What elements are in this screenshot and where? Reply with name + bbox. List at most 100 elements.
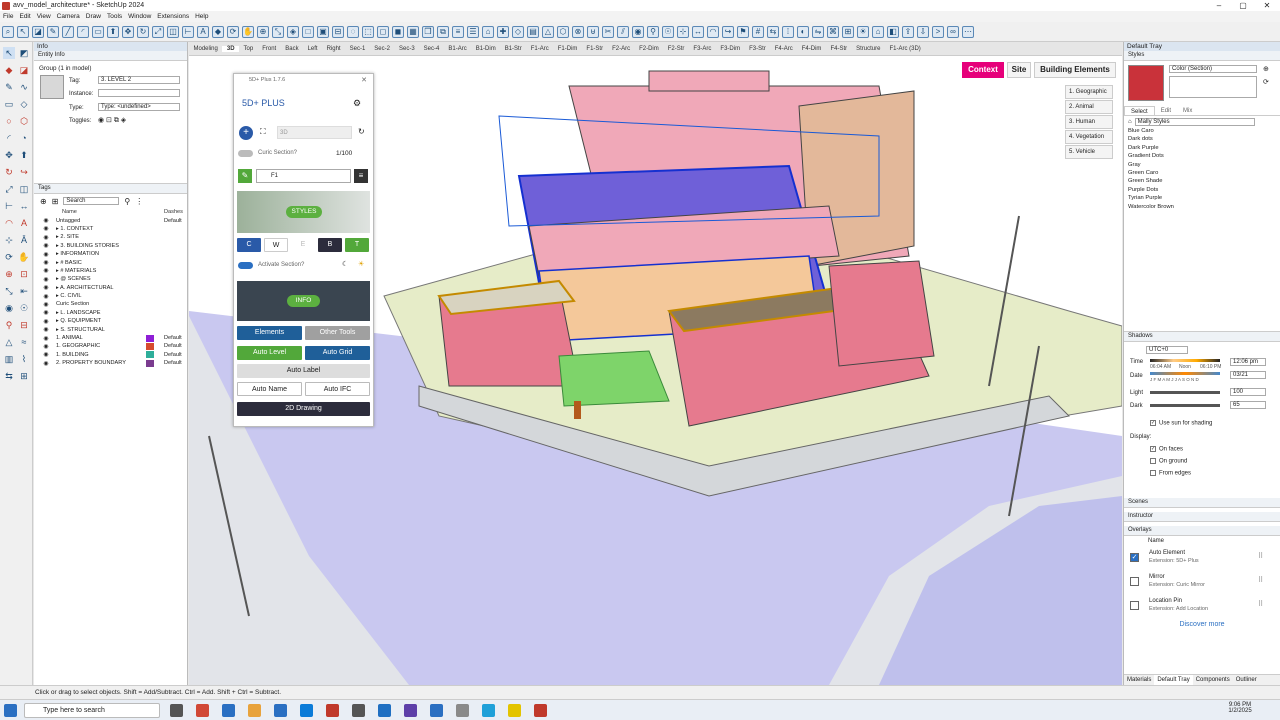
outliner-icon[interactable]: ☰	[467, 25, 479, 38]
mirror-icon[interactable]: ⇋	[812, 25, 824, 38]
tag-row[interactable]: ◉ ▸ C. CIVIL	[34, 292, 187, 300]
axes-tool-icon[interactable]: ⊹	[3, 234, 15, 246]
rect-tool-icon[interactable]: ▭	[3, 98, 15, 110]
e-button[interactable]: E	[291, 238, 315, 252]
menu-help[interactable]: Help	[195, 13, 208, 20]
app-icon-5[interactable]	[404, 704, 417, 717]
menu-extensions[interactable]: Extensions	[157, 13, 189, 20]
eye-icon[interactable]: ◉	[42, 309, 50, 316]
link-icon[interactable]: ∞	[947, 25, 959, 38]
intersect-icon[interactable]: ⊗	[572, 25, 584, 38]
sketchup-icon-2[interactable]	[534, 704, 547, 717]
scene-tab[interactable]: Sec-1	[345, 46, 370, 52]
paint-icon[interactable]: ◆	[212, 25, 224, 38]
view-list-item[interactable]: 4. Vegetation	[1065, 130, 1113, 144]
scene-tab[interactable]: F3-Arc	[689, 46, 716, 52]
menu-camera[interactable]: Camera	[57, 13, 80, 20]
shadows-header[interactable]: Shadows	[1124, 332, 1280, 342]
auto-grid-button[interactable]: Auto Grid	[305, 346, 370, 360]
zoom-extents-icon[interactable]: ⤡	[272, 25, 284, 38]
mode-field[interactable]: 3D	[277, 126, 352, 139]
explorer-icon[interactable]	[248, 704, 261, 717]
flip-icon[interactable]: ⇆	[767, 25, 779, 38]
maximize-button[interactable]: ▢	[1231, 0, 1255, 11]
tag-row[interactable]: ◉ ▸ L. LANDSCAPE	[34, 309, 187, 317]
tag-select[interactable]: 3. LEVEL 2	[98, 76, 180, 84]
ifc-icon[interactable]: ⊞	[842, 25, 854, 38]
refresh-icon[interactable]: ↻	[358, 127, 365, 136]
cube-icon[interactable]: ◧	[887, 25, 899, 38]
text-tool-icon[interactable]: A	[18, 217, 30, 229]
overlay-checkbox[interactable]	[1130, 577, 1139, 586]
entity-info-header[interactable]: Entity Info	[34, 51, 187, 61]
split-icon[interactable]: ⫽	[617, 25, 629, 38]
walk-tool-icon[interactable]: ⚲	[3, 319, 15, 331]
followme-tool-icon[interactable]: ↪	[18, 166, 30, 178]
drag-handle-icon[interactable]: ⠿	[1258, 552, 1263, 560]
pencil-icon[interactable]: ✎	[238, 169, 252, 183]
on-faces-checkbox[interactable]: ✓ On faces	[1150, 446, 1183, 453]
list-icon[interactable]: ≡	[354, 169, 368, 183]
2d-drawing-button[interactable]: 2D Drawing	[237, 402, 370, 416]
scale-icon[interactable]: ⤢	[152, 25, 164, 38]
c-button[interactable]: C	[237, 238, 261, 252]
search-icon[interactable]: ⌕	[2, 25, 14, 38]
date-slider[interactable]	[1150, 372, 1220, 375]
eye-icon[interactable]: ◉	[42, 301, 50, 308]
w-button[interactable]: W	[264, 238, 288, 252]
rotated-rect-icon[interactable]: ◇	[18, 98, 30, 110]
moon-icon[interactable]: ☾	[342, 260, 348, 268]
toggle-icons[interactable]: ◉ ⊡ ⧉ ◈	[98, 116, 126, 125]
eye-icon[interactable]: ◉	[42, 343, 50, 350]
axes-icon[interactable]: ⊹	[677, 25, 689, 38]
solid-icon[interactable]: ⬡	[557, 25, 569, 38]
eye-icon[interactable]: ◉	[42, 293, 50, 300]
pencil-tool-icon[interactable]: ✎	[3, 81, 15, 93]
component-icon[interactable]: ❒	[422, 25, 434, 38]
taskbar-clock[interactable]: 9:06 PM 1/2/2025	[1220, 702, 1260, 714]
scene-tab[interactable]: F1-Arc (3D)	[885, 46, 925, 52]
more-icon[interactable]: ⋯	[962, 25, 974, 38]
windows-start-icon[interactable]	[4, 704, 17, 717]
eye-icon[interactable]: ◉	[42, 217, 50, 224]
styles-header[interactable]: Styles	[1124, 51, 1280, 61]
walk-icon[interactable]: ⚲	[647, 25, 659, 38]
app-icon-3[interactable]	[274, 704, 287, 717]
dark-slider[interactable]	[1150, 404, 1220, 407]
date-field[interactable]: 03/21	[1230, 371, 1266, 379]
component-tool-icon[interactable]: ◩	[18, 47, 30, 59]
eye-icon[interactable]: ◉	[42, 225, 50, 232]
time-slider[interactable]	[1150, 359, 1220, 362]
add-folder-icon[interactable]: ⊞	[52, 197, 59, 206]
lookaround-icon[interactable]: ☉	[662, 25, 674, 38]
view-list-item[interactable]: 2. Animal	[1065, 100, 1113, 114]
tab-default-tray[interactable]: Default Tray	[1154, 675, 1193, 685]
use-sun-checkbox[interactable]: ✓ Use sun for shading	[1150, 420, 1212, 427]
style-list-item[interactable]: Gray	[1124, 161, 1280, 169]
add-icon[interactable]: +	[239, 126, 253, 140]
tag-row[interactable]: ◉ 1. BUILDING Default	[34, 351, 187, 359]
section-plane-icon[interactable]: ⊟	[18, 319, 30, 331]
scene-tab[interactable]: F1-Str	[582, 46, 608, 52]
menu-window[interactable]: Window	[128, 13, 151, 20]
sandbox-tool-icon[interactable]: △	[3, 336, 15, 348]
polygon-tool-icon[interactable]: ⬡	[18, 115, 30, 127]
tag-row[interactable]: ◉ Curic Section	[34, 300, 187, 308]
curic-toggle[interactable]	[238, 150, 253, 157]
flip-edge-icon[interactable]: ⇆	[3, 370, 15, 382]
tag-tool-icon[interactable]: ⚲	[124, 197, 130, 206]
iso-view-icon[interactable]: ◈	[287, 25, 299, 38]
xray-icon[interactable]: ◌	[347, 25, 359, 38]
rotate-icon[interactable]: ↻	[137, 25, 149, 38]
eye-icon[interactable]: ◉	[42, 234, 50, 241]
utc-select[interactable]: UTC+0	[1146, 346, 1188, 354]
hidden-line-icon[interactable]: ◻	[377, 25, 389, 38]
other-tools-button[interactable]: Other Tools	[305, 326, 370, 340]
collection-select[interactable]: Mally Styles	[1134, 117, 1255, 126]
scene-tab[interactable]: F3-Dim	[716, 46, 745, 52]
house-icon[interactable]: ⌂	[872, 25, 884, 38]
info-button[interactable]: INFO	[287, 295, 320, 307]
position-camera-icon[interactable]: ◉	[3, 302, 15, 314]
light-field[interactable]: 100	[1230, 388, 1266, 396]
zoom-window-icon[interactable]: ⊡	[18, 268, 30, 280]
